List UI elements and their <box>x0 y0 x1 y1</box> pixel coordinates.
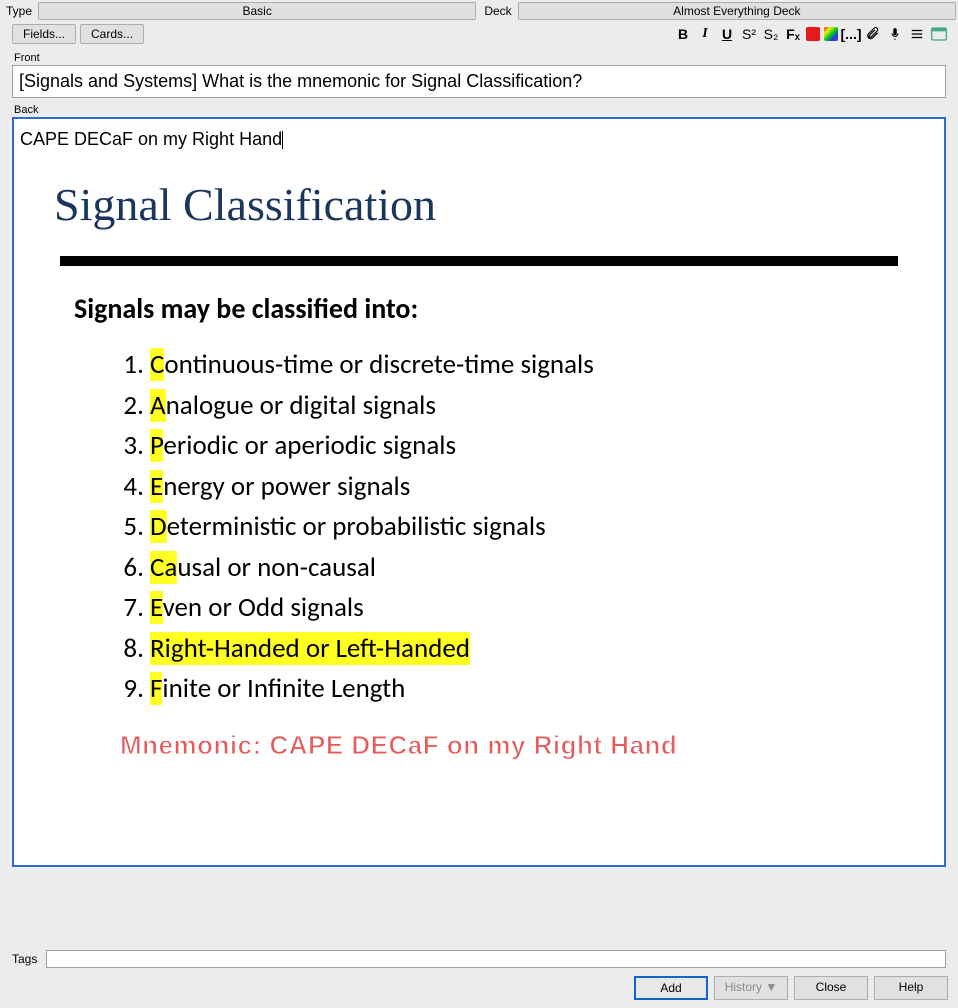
fields-button[interactable]: Fields... <box>12 24 76 44</box>
text-cursor <box>282 131 283 149</box>
help-button[interactable]: Help <box>874 976 948 1000</box>
cloze-icon[interactable]: [...] <box>842 25 860 43</box>
slide-subtitle: Signals may be classified into: <box>74 292 898 326</box>
list-item: Analogue or digital signals <box>150 386 898 427</box>
bold-icon[interactable]: B <box>674 25 692 43</box>
more-icon[interactable] <box>930 25 948 43</box>
subscript-icon[interactable]: S₂ <box>762 25 780 43</box>
clear-format-icon[interactable]: Fₓ <box>784 25 802 43</box>
back-field[interactable]: CAPE DECaF on my Right Hand Signal Class… <box>12 117 946 867</box>
slide-mnemonic: Mnemonic: CAPE DECaF on my Right Hand <box>120 730 898 761</box>
front-label: Front <box>0 46 958 65</box>
back-label: Back <box>0 98 958 117</box>
back-text: CAPE DECaF on my Right Hand <box>20 129 282 149</box>
list-item: Periodic or aperiodic signals <box>150 426 898 467</box>
cards-button[interactable]: Cards... <box>80 24 144 44</box>
superscript-icon[interactable]: S² <box>740 25 758 43</box>
type-selector[interactable]: Basic <box>38 2 476 20</box>
color-picker-icon[interactable] <box>824 27 838 41</box>
deck-selector[interactable]: Almost Everything Deck <box>518 2 956 20</box>
list-item: Continuous-time or discrete-time signals <box>150 345 898 386</box>
underline-icon[interactable]: U <box>718 25 736 43</box>
slide-divider <box>60 256 898 266</box>
slide-list: Continuous-time or discrete-time signals… <box>110 345 898 710</box>
attach-icon[interactable] <box>864 25 882 43</box>
list-item: Right-Handed or Left-Handed <box>150 629 898 670</box>
history-button[interactable]: History ▼ <box>714 976 788 1000</box>
close-button[interactable]: Close <box>794 976 868 1000</box>
type-label: Type <box>2 2 36 20</box>
list-item: Finite or Infinite Length <box>150 669 898 710</box>
list-item: Deterministic or probabilistic signals <box>150 507 898 548</box>
slide-image: Signal Classification Signals may be cla… <box>20 177 938 761</box>
text-color-icon[interactable] <box>806 27 820 41</box>
tags-label: Tags <box>12 952 46 966</box>
list-item: Energy or power signals <box>150 467 898 508</box>
tags-input[interactable] <box>46 950 946 968</box>
menu-icon[interactable] <box>908 25 926 43</box>
front-field[interactable]: [Signals and Systems] What is the mnemon… <box>12 65 946 98</box>
list-item: Even or Odd signals <box>150 588 898 629</box>
front-text: [Signals and Systems] What is the mnemon… <box>19 71 582 93</box>
slide-title: Signal Classification <box>54 177 898 232</box>
italic-icon[interactable]: I <box>696 25 714 43</box>
list-item: Causal or non-causal <box>150 548 898 589</box>
mic-icon[interactable] <box>886 25 904 43</box>
format-toolbar: B I U S² S₂ Fₓ [...] <box>674 25 948 43</box>
deck-label: Deck <box>480 2 515 20</box>
add-button[interactable]: Add <box>634 976 708 1000</box>
